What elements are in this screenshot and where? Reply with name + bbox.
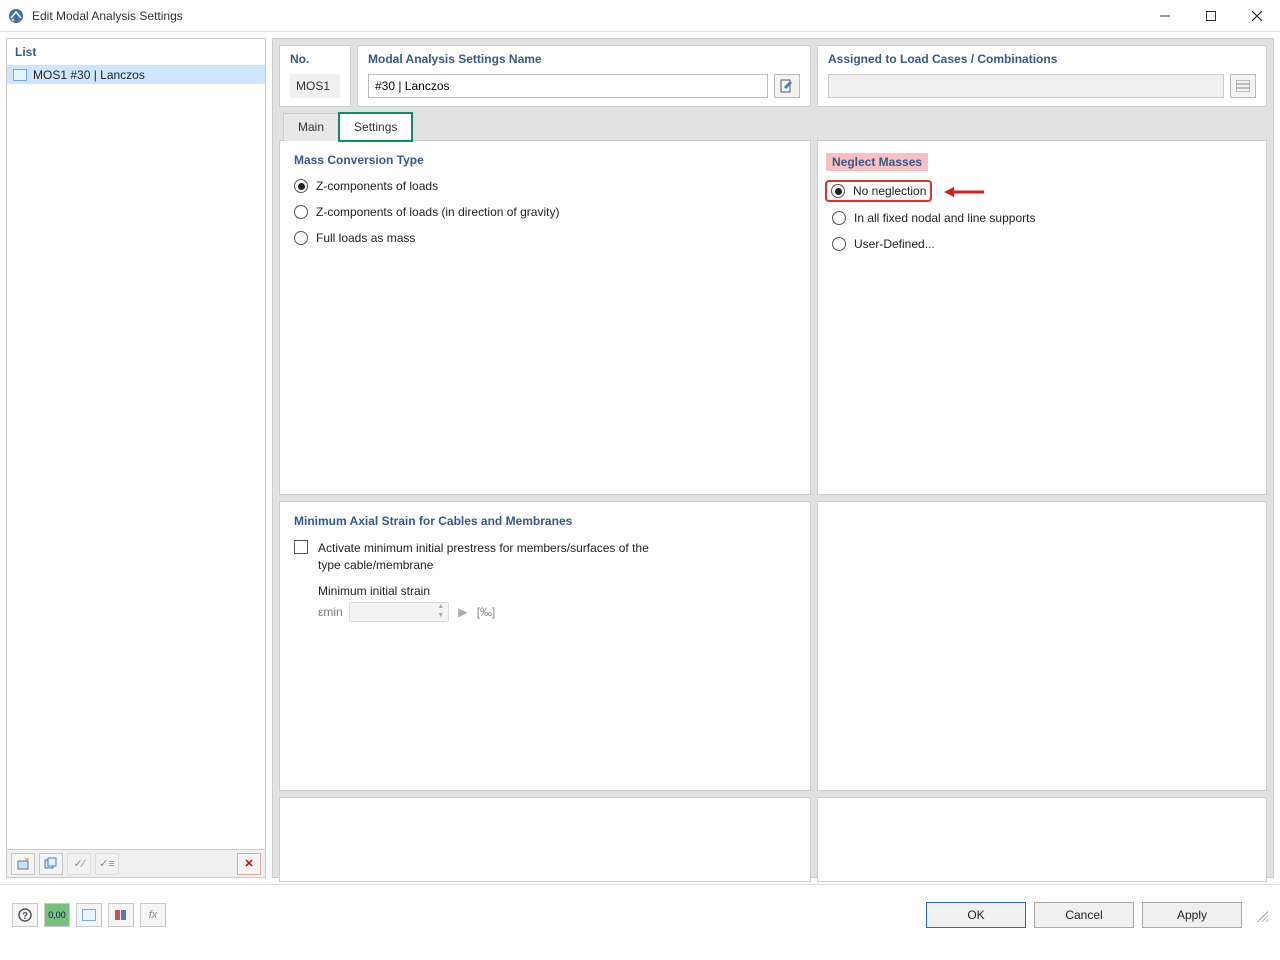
assigned-box: Assigned to Load Cases / Combinations — [817, 45, 1267, 107]
min-strain-section: Minimum Axial Strain for Cables and Memb… — [279, 501, 811, 791]
color-button[interactable] — [76, 903, 102, 927]
name-label: Modal Analysis Settings Name — [368, 52, 800, 66]
radio-label: Z-components of loads — [316, 179, 438, 193]
tab-row: Main Settings — [279, 113, 1267, 141]
list-body[interactable]: MOS1 #30 | Lanczos — [7, 66, 265, 849]
annotation-button[interactable] — [108, 903, 134, 927]
units-button[interactable]: 0,00 — [44, 903, 70, 927]
list-item-icon — [13, 69, 27, 81]
help-button[interactable]: ? — [12, 903, 38, 927]
radio-icon — [832, 211, 846, 225]
min-strain-sublabel: Minimum initial strain — [318, 584, 430, 598]
tab-settings[interactable]: Settings — [339, 113, 412, 141]
neglect-masses-title: Neglect Masses — [826, 153, 928, 171]
radio-label: User-Defined... — [854, 237, 935, 251]
assigned-picker-button[interactable] — [1230, 74, 1256, 98]
list-toolbar: ✓⁄ ✓≡ ✕ — [7, 849, 265, 877]
radio-icon — [294, 179, 308, 193]
mass-conversion-section: Mass Conversion Type Z-components of loa… — [279, 140, 811, 495]
apply-button[interactable]: Apply — [1142, 902, 1242, 928]
new-item-button[interactable] — [11, 853, 35, 875]
titlebar: Edit Modal Analysis Settings — [0, 0, 1280, 32]
minimize-button[interactable] — [1142, 0, 1188, 32]
maximize-button[interactable] — [1188, 0, 1234, 32]
empty-section-right — [817, 501, 1267, 791]
neglect-masses-section: Neglect Masses No neglection In all f — [817, 140, 1267, 495]
radio-label: Z-components of loads (in direction of g… — [316, 205, 559, 219]
radio-label: In all fixed nodal and line supports — [854, 211, 1035, 225]
activate-prestress-label: Activate minimum initial prestress for m… — [318, 540, 658, 574]
assigned-label: Assigned to Load Cases / Combinations — [828, 52, 1256, 66]
dialog-footer: ? 0,00 fx OK Cancel Apply — [0, 884, 1280, 944]
name-input[interactable] — [368, 74, 768, 98]
delete-item-button[interactable]: ✕ — [237, 853, 261, 875]
content-panel: No. MOS1 Modal Analysis Settings Name As… — [272, 38, 1274, 878]
radio-icon — [294, 231, 308, 245]
tab-main[interactable]: Main — [283, 113, 339, 141]
window-title: Edit Modal Analysis Settings — [32, 9, 183, 23]
radio-icon — [831, 184, 845, 198]
neglect-option-none[interactable]: No neglection — [832, 183, 1252, 199]
cancel-button[interactable]: Cancel — [1034, 902, 1134, 928]
radio-icon — [294, 205, 308, 219]
edit-name-button[interactable] — [774, 74, 800, 98]
annotation-arrow-icon — [944, 185, 984, 199]
no-value: MOS1 — [290, 74, 340, 98]
radio-label: No neglection — [853, 184, 926, 198]
radio-label: Full loads as mass — [316, 231, 415, 245]
min-strain-title: Minimum Axial Strain for Cables and Memb… — [294, 514, 796, 528]
mass-option-z-gravity[interactable]: Z-components of loads (in direction of g… — [294, 205, 796, 219]
neglect-option-user-defined[interactable]: User-Defined... — [832, 237, 1252, 251]
resize-grip[interactable] — [1254, 908, 1268, 922]
ok-button[interactable]: OK — [926, 902, 1026, 928]
svg-text:?: ? — [22, 911, 28, 922]
empty-section-bottom-left — [279, 797, 811, 882]
mass-conversion-title: Mass Conversion Type — [294, 153, 796, 167]
check-button-2[interactable]: ✓≡ — [95, 853, 119, 875]
check-button-1[interactable]: ✓⁄ — [67, 853, 91, 875]
activate-prestress-checkbox[interactable] — [294, 540, 308, 554]
list-panel: List MOS1 #30 | Lanczos ✓⁄ ✓≡ ✕ — [6, 38, 266, 878]
copy-item-button[interactable] — [39, 853, 63, 875]
name-box: Modal Analysis Settings Name — [357, 45, 811, 107]
list-item[interactable]: MOS1 #30 | Lanczos — [7, 66, 265, 84]
assigned-input[interactable] — [828, 74, 1224, 98]
no-label: No. — [290, 52, 340, 66]
list-item-label: MOS1 #30 | Lanczos — [33, 68, 145, 82]
radio-icon — [832, 237, 846, 251]
no-box: No. MOS1 — [279, 45, 351, 107]
empty-section-bottom-right — [817, 797, 1267, 882]
app-icon — [8, 8, 24, 24]
calc-icon[interactable]: ▶ — [455, 603, 471, 621]
min-strain-unit: [‰] — [477, 605, 496, 619]
close-button[interactable] — [1234, 0, 1280, 32]
mass-option-full[interactable]: Full loads as mass — [294, 231, 796, 245]
list-header: List — [7, 39, 265, 66]
fx-button[interactable]: fx — [140, 903, 166, 927]
min-strain-input[interactable]: ▲▼ — [349, 602, 449, 622]
neglect-option-fixed-supports[interactable]: In all fixed nodal and line supports — [832, 211, 1252, 225]
mass-option-z[interactable]: Z-components of loads — [294, 179, 796, 193]
epsilon-symbol: εmin — [318, 605, 343, 619]
